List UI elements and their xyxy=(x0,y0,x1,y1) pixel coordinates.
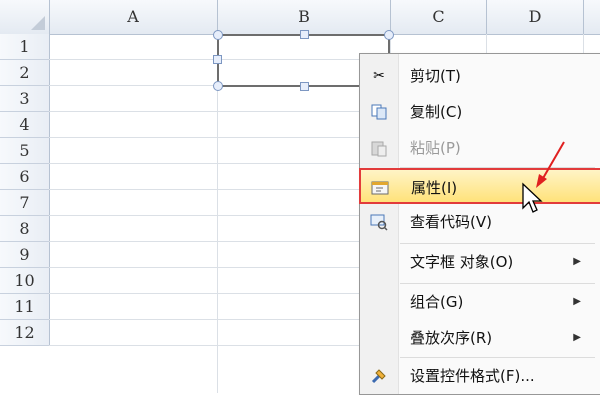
menu-item-label: 组合(G) xyxy=(410,293,464,311)
menu-item-view-code[interactable]: 查看代码(V) xyxy=(360,204,600,240)
column-header-d[interactable]: D xyxy=(487,0,584,34)
row-header-8[interactable]: 8 xyxy=(0,216,50,242)
menu-item-label: 粘贴(P) xyxy=(410,139,461,157)
row-header-5[interactable]: 5 xyxy=(0,138,50,164)
menu-item-label: 文字框 对象(O) xyxy=(410,253,514,271)
menu-item-label: 剪切(T) xyxy=(410,67,461,85)
menu-item-label: 叠放次序(R) xyxy=(410,329,493,347)
row-header-2[interactable]: 2 xyxy=(0,60,50,86)
scissors-icon: ✂ xyxy=(373,68,385,84)
resize-handle[interactable] xyxy=(300,82,309,91)
mouse-pointer-icon xyxy=(522,182,543,213)
select-all-corner[interactable] xyxy=(0,0,50,34)
menu-item-cut[interactable]: ✂ 剪切(T) xyxy=(360,58,600,94)
row-header-6[interactable]: 6 xyxy=(0,164,50,190)
menu-item-copy[interactable]: 复制(C) xyxy=(360,94,600,130)
resize-handle[interactable] xyxy=(213,81,223,91)
submenu-arrow-icon: ▶ xyxy=(573,256,581,267)
menu-item-group[interactable]: 组合(G) ▶ xyxy=(360,284,600,320)
resize-handle[interactable] xyxy=(384,30,394,40)
copy-icon xyxy=(369,103,389,121)
menu-item-label: 设置控件格式(F)... xyxy=(410,367,535,385)
row-header-12[interactable]: 12 xyxy=(0,320,50,346)
column-header-b[interactable]: B xyxy=(218,0,391,34)
menu-item-order[interactable]: 叠放次序(R) ▶ xyxy=(360,320,600,356)
format-control-icon xyxy=(369,367,389,385)
resize-handle[interactable] xyxy=(213,55,222,64)
properties-icon xyxy=(370,179,390,197)
spreadsheet: A B C D 1 2 3 4 5 6 7 8 9 10 11 12 ✂ 剪切(T) 复制(C) xyxy=(0,0,600,395)
row-header-10[interactable]: 10 xyxy=(0,268,50,294)
menu-item-format-control[interactable]: 设置控件格式(F)... xyxy=(360,358,600,394)
column-header-a[interactable]: A xyxy=(49,0,218,34)
menu-item-label: 属性(I) xyxy=(411,179,458,197)
view-code-icon xyxy=(369,213,389,231)
row-header-7[interactable]: 7 xyxy=(0,190,50,216)
row-header-4[interactable]: 4 xyxy=(0,112,50,138)
resize-handle[interactable] xyxy=(213,30,223,40)
paste-icon xyxy=(369,139,389,157)
select-all-triangle-icon xyxy=(31,16,45,30)
row-header-9[interactable]: 9 xyxy=(0,242,50,268)
menu-item-label: 复制(C) xyxy=(410,103,463,121)
row-header-11[interactable]: 11 xyxy=(0,294,50,320)
submenu-arrow-icon: ▶ xyxy=(573,332,581,343)
submenu-arrow-icon: ▶ xyxy=(573,296,581,307)
context-menu: ✂ 剪切(T) 复制(C) 粘贴(P) 属性(I) 查看代码(V) 文字框 对象… xyxy=(359,53,600,395)
resize-handle[interactable] xyxy=(300,30,309,39)
menu-item-textbox-object[interactable]: 文字框 对象(O) ▶ xyxy=(360,244,600,280)
column-header-c[interactable]: C xyxy=(391,0,487,34)
row-header-3[interactable]: 3 xyxy=(0,86,50,112)
menu-item-label: 查看代码(V) xyxy=(410,213,492,231)
row-header-1[interactable]: 1 xyxy=(0,34,50,60)
